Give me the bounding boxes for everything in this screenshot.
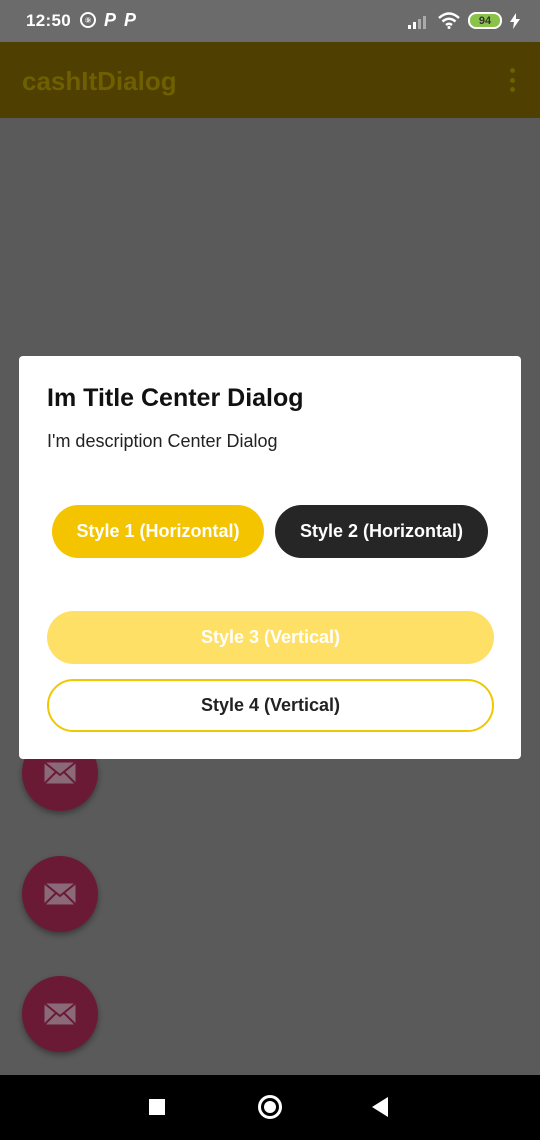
battery-icon: 94 bbox=[468, 12, 502, 29]
home-circle-icon[interactable] bbox=[258, 1095, 282, 1119]
app-p-icon: P bbox=[124, 10, 137, 30]
app-title: cashItDialog bbox=[22, 66, 177, 96]
system-icons: 94 bbox=[408, 12, 520, 29]
status-bar: 12:50 ⑨ P P 94 bbox=[0, 0, 540, 42]
style-1-horizontal-button[interactable]: Style 1 (Horizontal) bbox=[52, 505, 264, 558]
style-3-vertical-button[interactable]: Style 3 (Vertical) bbox=[47, 611, 494, 664]
mail-icon bbox=[43, 1002, 77, 1026]
signal-icon bbox=[408, 15, 426, 29]
style-4-vertical-button[interactable]: Style 4 (Vertical) bbox=[47, 679, 494, 732]
charging-icon bbox=[510, 12, 520, 29]
app-bar: cashItDialog bbox=[0, 42, 540, 118]
navigation-bar bbox=[0, 1075, 540, 1140]
style-2-horizontal-button[interactable]: Style 2 (Horizontal) bbox=[275, 505, 488, 558]
mail-icon bbox=[43, 882, 77, 906]
back-triangle-icon[interactable] bbox=[372, 1097, 388, 1117]
more-vertical-icon[interactable] bbox=[508, 68, 516, 92]
notification-icons: ⑨ P P bbox=[80, 10, 137, 30]
dialog-title: Im Title Center Dialog bbox=[47, 384, 304, 412]
recents-square-icon[interactable] bbox=[149, 1099, 165, 1115]
center-dialog: Im Title Center Dialog I'm description C… bbox=[19, 356, 521, 759]
wifi-icon bbox=[438, 12, 460, 29]
mail-fab-button[interactable] bbox=[22, 856, 98, 932]
status-time: 12:50 bbox=[26, 11, 71, 30]
dialog-description: I'm description Center Dialog bbox=[47, 431, 278, 451]
mail-icon bbox=[43, 761, 77, 785]
app-p-icon: P bbox=[104, 10, 117, 30]
mail-fab-button[interactable] bbox=[22, 976, 98, 1052]
notification-circle-icon: ⑨ bbox=[80, 12, 96, 28]
